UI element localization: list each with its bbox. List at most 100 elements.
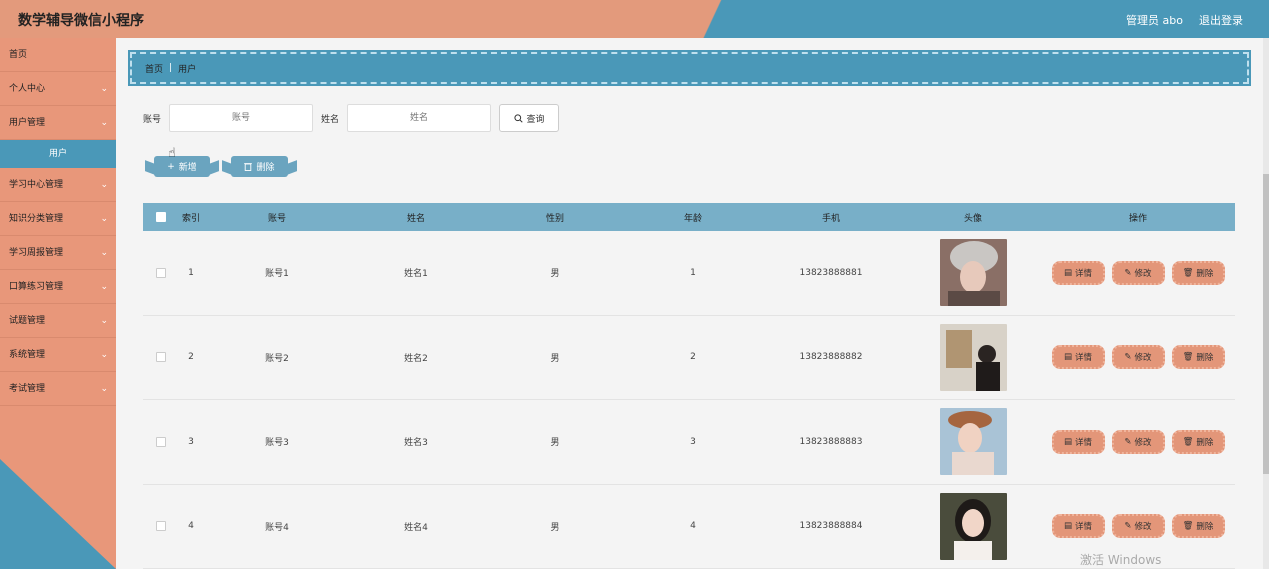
sidebar-item-label: 学习周报管理 (9, 248, 64, 258)
header-index: 索引 (181, 213, 200, 224)
cell-sex: 男 (550, 269, 560, 280)
table-row: 2 账号2 姓名2 男 2 13823888882 ▤ 详情 ✎ 修改 🗑 删除 (143, 315, 1235, 400)
sidebar-item-personal-center[interactable]: 个人中心 ⌄ (0, 72, 116, 106)
add-label: 新增 (178, 163, 197, 173)
account-search-input[interactable] (169, 104, 314, 132)
row-checkbox[interactable] (156, 521, 166, 532)
delete-button[interactable]: 🗑 删除 (1171, 514, 1225, 539)
chevron-down-icon: ⌄ (100, 282, 108, 292)
detail-button[interactable]: ▤ 详情 (1051, 429, 1105, 454)
cell-phone: 13823888884 (799, 521, 863, 532)
table-row: 1 账号1 姓名1 男 1 13823888881 ▤ 详情 ✎ 修改 🗑 删除 (143, 231, 1235, 316)
cell-name: 姓名4 (404, 522, 428, 533)
sidebar-item-label: 试题管理 (9, 316, 46, 326)
header-ops: 操作 (1128, 213, 1147, 224)
delete-label: 删除 (1196, 437, 1214, 448)
breadcrumb-home[interactable]: 首页 (145, 62, 163, 75)
add-button[interactable]: + 新增 (154, 156, 210, 177)
sidebar-item-exams[interactable]: 考试管理 ⌄ (0, 372, 116, 406)
query-button[interactable]: 查询 (499, 104, 560, 132)
cell-ops: ▤ 详情 ✎ 修改 🗑 删除 (1041, 260, 1235, 285)
account-label: 账号 (143, 114, 162, 125)
sidebar-item-user-management[interactable]: 用户管理 ⌄ (0, 106, 116, 140)
header-avatar: 头像 (963, 213, 982, 224)
sidebar-item-label: 知识分类管理 (9, 214, 64, 224)
sidebar-item-label: 口算练习管理 (9, 282, 64, 292)
chevron-down-icon: ⌄ (100, 214, 108, 224)
detail-icon: ▤ (1063, 436, 1072, 447)
cell-age: 1 (690, 267, 696, 278)
detail-icon: ▤ (1063, 521, 1072, 532)
edit-icon: ✎ (1124, 521, 1132, 532)
delete-label: 删除 (1196, 522, 1214, 533)
chevron-down-icon: ⌄ (100, 180, 108, 190)
edit-icon: ✎ (1124, 352, 1132, 363)
app-title: 数学辅导微信小程序 (18, 13, 144, 29)
cell-account: 账号3 (265, 438, 289, 449)
row-checkbox[interactable] (156, 267, 166, 278)
row-checkbox[interactable] (156, 352, 166, 363)
detail-button[interactable]: ▤ 详情 (1051, 514, 1105, 539)
sidebar-item-home[interactable]: 首页 (0, 38, 116, 72)
edit-button[interactable]: ✎ 修改 (1111, 429, 1165, 454)
batch-delete-button[interactable]: 删除 (231, 156, 288, 177)
header-account: 账号 (267, 213, 286, 224)
name-search-input[interactable] (347, 104, 492, 132)
sidebar: 首页 个人中心 ⌄ 用户管理 ⌄ 用户 学习中心管理 ⌄ 知识分类管理 ⌄ 学习周报管理… (0, 38, 116, 569)
row-checkbox-cell (143, 521, 179, 532)
trash-icon: 🗑 (1182, 352, 1194, 363)
table-header: 索引 账号 姓名 性别 年龄 手机 头像 操作 (143, 203, 1235, 231)
trash-icon: 🗑 (1182, 436, 1194, 447)
delete-label: 删除 (1196, 268, 1214, 279)
search-bar: 账号 姓名 查询 (143, 104, 560, 132)
scrollbar-thumb[interactable] (1263, 174, 1269, 474)
cell-avatar (905, 492, 1041, 560)
sidebar-item-knowledge-category[interactable]: 知识分类管理 ⌄ (0, 202, 116, 236)
delete-button[interactable]: 🗑 删除 (1171, 429, 1225, 454)
cell-age: 3 (690, 436, 696, 447)
delete-button[interactable]: 🗑 删除 (1171, 345, 1225, 370)
breadcrumb-current: 用户 (178, 64, 197, 75)
cell-name: 姓名1 (404, 269, 428, 280)
detail-button[interactable]: ▤ 详情 (1051, 345, 1105, 370)
sidebar-item-system[interactable]: 系统管理 ⌄ (0, 338, 116, 372)
cell-index: 3 (188, 436, 194, 447)
cell-phone: 13823888883 (799, 436, 863, 447)
cell-phone: 13823888881 (799, 267, 863, 278)
edit-button[interactable]: ✎ 修改 (1111, 260, 1165, 285)
detail-icon: ▤ (1063, 352, 1072, 363)
edit-button[interactable]: ✎ 修改 (1111, 345, 1165, 370)
chevron-down-icon: ⌄ (100, 118, 108, 128)
delete-label: 删除 (1196, 353, 1214, 364)
detail-label: 详情 (1075, 522, 1093, 533)
header-age: 年龄 (683, 213, 702, 224)
cell-avatar (905, 239, 1041, 307)
breadcrumb: 首页 | 用户 (128, 50, 1251, 86)
sidebar-item-learning-center[interactable]: 学习中心管理 ⌄ (0, 168, 116, 202)
detail-label: 详情 (1075, 268, 1093, 279)
sidebar-item-questions[interactable]: 试题管理 ⌄ (0, 304, 116, 338)
row-checkbox-cell (143, 436, 179, 447)
select-all-checkbox[interactable] (156, 212, 166, 222)
chevron-down-icon: ⌄ (100, 350, 108, 360)
cell-account: 账号4 (265, 522, 289, 533)
delete-button[interactable]: 🗑 删除 (1171, 260, 1225, 285)
edit-icon: ✎ (1124, 436, 1132, 447)
header-sex: 性别 (545, 213, 564, 224)
logout-link[interactable]: 退出登录 (1199, 12, 1243, 28)
row-checkbox[interactable] (156, 436, 166, 447)
sidebar-subitem-user[interactable]: 用户 (0, 140, 116, 168)
top-header: 数学辅导微信小程序 管理员 abo 退出登录 (0, 0, 1269, 38)
cell-account: 账号2 (265, 353, 289, 364)
cell-phone: 13823888882 (799, 352, 863, 363)
trash-icon (244, 163, 253, 171)
edit-button[interactable]: ✎ 修改 (1111, 514, 1165, 539)
cell-age: 4 (690, 521, 696, 532)
detail-button[interactable]: ▤ 详情 (1051, 260, 1105, 285)
delete-label: 删除 (256, 163, 275, 173)
chevron-down-icon: ⌄ (100, 248, 108, 258)
sidebar-item-mental-arithmetic[interactable]: 口算练习管理 ⌄ (0, 270, 116, 304)
chevron-down-icon: ⌄ (100, 384, 108, 394)
page-scrollbar[interactable] (1263, 38, 1269, 569)
sidebar-item-weekly-report[interactable]: 学习周报管理 ⌄ (0, 236, 116, 270)
